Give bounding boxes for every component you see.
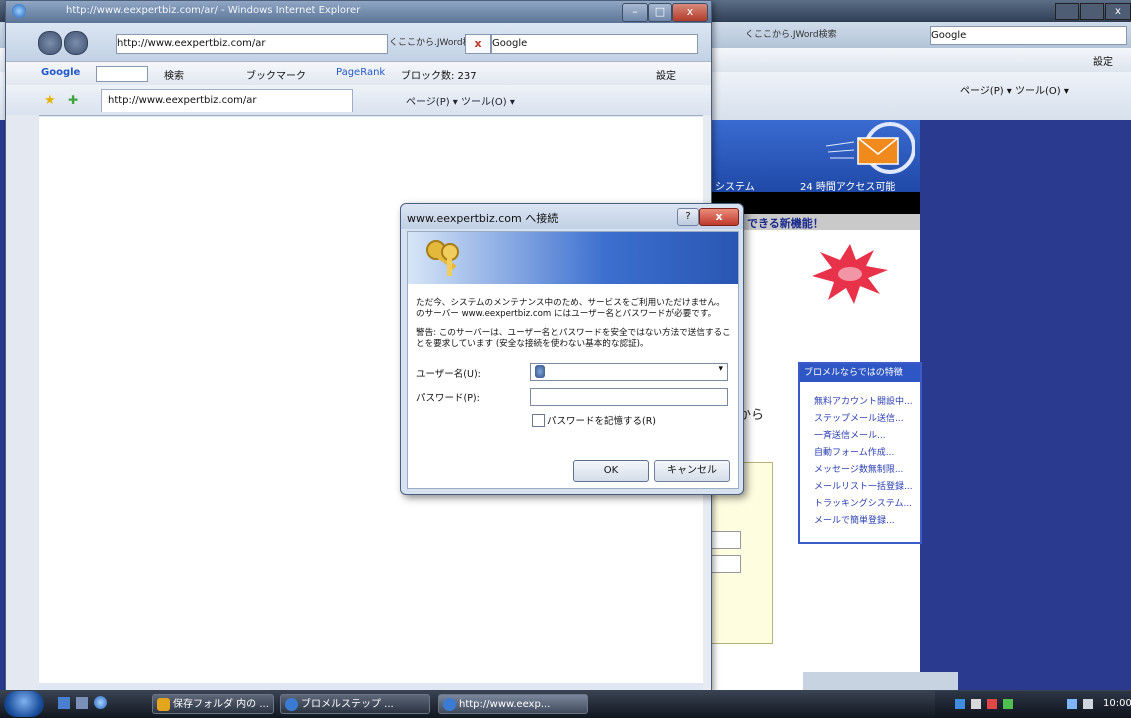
url-input[interactable]: http://www.eexpertbiz.com/ar (116, 34, 388, 54)
keys-icon (426, 240, 459, 276)
feature-item[interactable]: 一斉送信メール... (814, 428, 886, 441)
switch-windows-icon[interactable] (76, 697, 88, 709)
ie-quicklaunch-icon[interactable] (94, 696, 107, 709)
remember-password-label: パスワードを記憶する(R) (547, 416, 657, 427)
banner-text-system: システム (715, 182, 755, 193)
feature-item[interactable]: メッセージ数無制限... (814, 462, 903, 475)
remember-password-checkbox[interactable] (532, 414, 545, 427)
ok-button[interactable]: OK (573, 460, 649, 482)
bookmark-button[interactable]: ブックマーク (246, 67, 306, 82)
dialog-title-bar: www.eexpertbiz.com へ接続 ? x (401, 204, 743, 229)
tray-icon[interactable] (971, 699, 981, 709)
minimize-button[interactable]: – (622, 3, 648, 22)
auth-dialog: www.eexpertbiz.com へ接続 ? x ただ今、システムのメンテナ… (400, 203, 744, 495)
ie-icon (443, 698, 456, 711)
ie-icon (12, 4, 26, 18)
feature-item[interactable]: 自動フォーム作成... (814, 445, 894, 458)
pagerank-indicator[interactable]: PageRank (336, 67, 385, 78)
front-window-title: http://www.eexpertbiz.com/ar/ - Windows … (66, 5, 361, 16)
search-input[interactable]: Google (491, 34, 698, 54)
stop-button[interactable]: x (465, 34, 491, 54)
tray-icon[interactable] (1003, 699, 1013, 709)
feature-item[interactable]: メールで簡単登録... (814, 513, 895, 526)
bg-maximize-button[interactable] (1080, 3, 1104, 20)
tray-icon[interactable] (955, 699, 965, 709)
favorites-star-icon[interactable]: ★ (44, 93, 56, 108)
back-button[interactable] (38, 31, 62, 55)
google-search-input[interactable] (96, 66, 148, 82)
taskbar: 保存フォルダ 内の ... ブロメルステップ ... http://www.ee… (0, 690, 1131, 718)
volume-icon[interactable] (1083, 699, 1093, 709)
cancel-button[interactable]: キャンセル (654, 460, 730, 482)
add-favorites-icon[interactable]: ✚ (68, 93, 78, 107)
google-logo[interactable]: Google (41, 67, 80, 78)
feature-item[interactable]: メールリスト一括登録... (814, 479, 913, 492)
google-search-button[interactable]: 検索 (164, 67, 184, 82)
banner-text-access: 24 時間アクセス可能 (800, 182, 896, 193)
command-bar[interactable]: ページ(P) ▾ ツール(O) ▾ (406, 93, 515, 108)
nav-text-new-feature: できる新機能！ (747, 217, 824, 230)
forward-button[interactable] (64, 31, 88, 55)
bg-close-button[interactable]: x (1105, 3, 1131, 20)
username-label: ユーザー名(U): (416, 369, 481, 380)
language-bar[interactable] (803, 672, 958, 692)
dialog-close-button[interactable]: x (699, 208, 739, 226)
network-icon[interactable] (1067, 699, 1077, 709)
tab-bar: ★ ✚ http://www.eexpertbiz.com/ar ページ(P) … (6, 85, 711, 116)
dialog-banner (408, 232, 738, 284)
bg-settings-button[interactable]: 設定 (1093, 53, 1113, 68)
maximize-button[interactable]: □ (648, 3, 672, 22)
ie-icon (285, 698, 298, 711)
starburst-badge-icon (812, 244, 888, 304)
dialog-message: ただ今、システムのメンテナンス中のため、サービスをご利用いただけません。 のサー… (416, 298, 725, 319)
taskbar-label: http://www.eexp... (459, 699, 551, 710)
feature-box: ブロメルならではの特徴 無料アカウント開設中... ステップメール送信... 一… (798, 362, 922, 544)
password-label: パスワード(P): (416, 393, 480, 404)
bg-jword-dropdown[interactable]: くここから.JWord検索 (745, 27, 895, 43)
front-address-bar: http://www.eexpertbiz.com/ar くここから.JWord… (6, 23, 711, 61)
bg-form-field-2[interactable] (711, 555, 741, 573)
tray-icon[interactable] (987, 699, 997, 709)
folder-icon (157, 698, 170, 711)
mail-envelope-icon (825, 122, 915, 174)
feature-box-title: ブロメルならではの特徴 (800, 364, 920, 382)
dialog-warning: 警告: このサーバーは、ユーザー名とパスワードを安全ではない方法で送信することを… (416, 328, 731, 349)
front-left-frame (6, 115, 39, 691)
dialog-title: www.eexpertbiz.com へ接続 (407, 212, 559, 225)
tab-current[interactable]: http://www.eexpertbiz.com/ar (101, 89, 353, 112)
show-desktop-icon[interactable] (58, 697, 70, 709)
password-input[interactable] (530, 388, 728, 406)
system-tray (935, 691, 1131, 717)
start-button[interactable] (4, 691, 44, 717)
taskbar-button-folder[interactable]: 保存フォルダ 内の ... (152, 694, 274, 714)
close-button[interactable]: x (672, 3, 708, 22)
user-icon (535, 365, 545, 378)
feature-item[interactable]: ステップメール送信... (814, 411, 904, 424)
taskbar-button-ie-2[interactable]: http://www.eexp... (438, 694, 588, 714)
taskbar-button-ie-1[interactable]: ブロメルステップ ... (280, 694, 430, 714)
feature-item[interactable]: トラッキングシステム... (814, 496, 912, 509)
feature-item[interactable]: 無料アカウント開設中... (814, 394, 913, 407)
google-settings-button[interactable]: 設定 (656, 67, 676, 82)
bg-minimize-button[interactable] (1055, 3, 1079, 20)
clock[interactable]: 10:00 (1103, 698, 1131, 709)
bg-form-field-1[interactable] (711, 531, 741, 549)
taskbar-label: 保存フォルダ 内の ... (173, 699, 269, 710)
bg-search-input[interactable]: Google (930, 26, 1127, 45)
tab-label: http://www.eexpertbiz.com/ar (108, 95, 257, 106)
dialog-body: ただ今、システムのメンテナンス中のため、サービスをご利用いただけません。 のサー… (407, 231, 739, 489)
bg-command-bar[interactable]: ページ(P) ▾ ツール(O) ▾ (960, 82, 1069, 97)
username-input[interactable]: ▾ (530, 363, 728, 381)
google-toolbar: Google 検索 ブックマーク PageRank ブロック数: 237 設定 (6, 61, 711, 87)
taskbar-label: ブロメルステップ ... (301, 699, 394, 710)
front-title-bar: http://www.eexpertbiz.com/ar/ - Windows … (6, 1, 711, 23)
chevron-down-icon[interactable]: ▾ (718, 364, 723, 374)
popup-block-count[interactable]: ブロック数: 237 (401, 67, 477, 82)
dialog-help-button[interactable]: ? (677, 208, 699, 226)
